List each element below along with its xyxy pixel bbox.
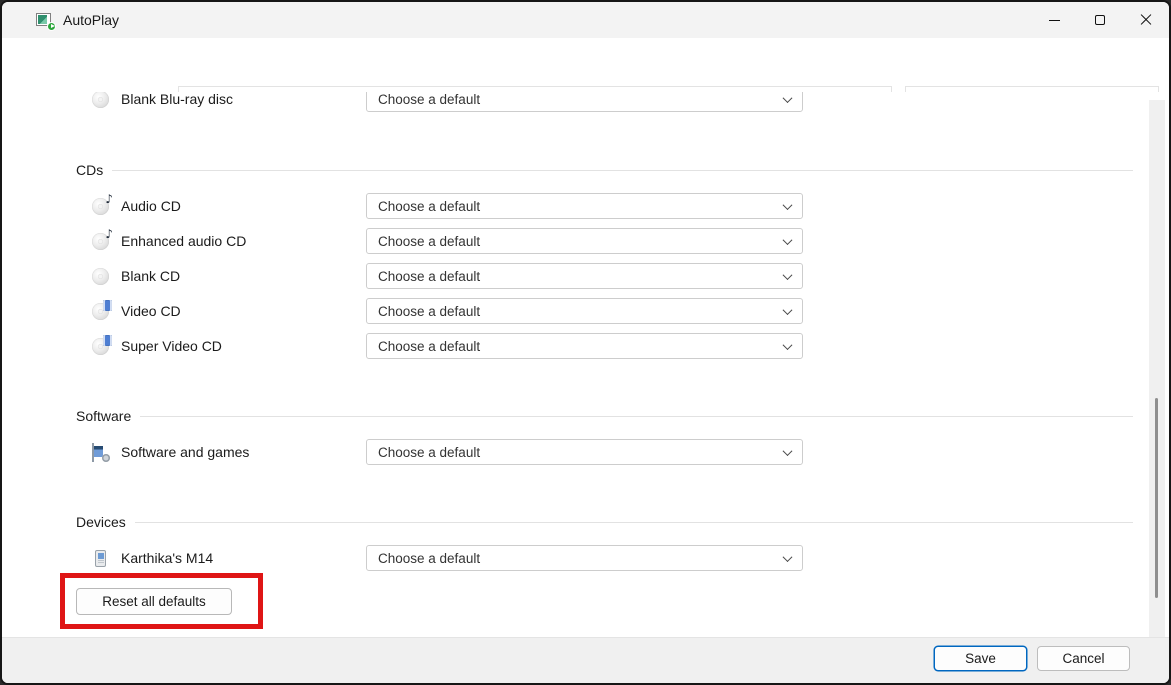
footer-bar: Save Cancel <box>2 637 1169 683</box>
blank-cd-disc-icon <box>92 268 109 285</box>
dropdown-value: Choose a default <box>378 304 480 319</box>
chevron-down-icon <box>783 552 793 562</box>
super-video-cd-disc-film-icon <box>92 338 109 355</box>
list-item-video-cd: Video CD <box>92 298 181 324</box>
section-title: CDs <box>76 162 103 178</box>
mobile-phone-icon <box>95 550 106 567</box>
list-item-enhanced-audio-cd: ♪ Enhanced audio CD <box>92 228 246 254</box>
dropdown-value: Choose a default <box>378 551 480 566</box>
chevron-down-icon <box>783 235 793 245</box>
chevron-down-icon <box>783 340 793 350</box>
audio-cd-disc-music-icon: ♪ <box>92 198 109 215</box>
section-divider <box>112 170 1133 171</box>
chevron-down-icon <box>783 270 793 280</box>
super-video-cd-dropdown[interactable]: Choose a default <box>366 333 803 359</box>
settings-content: Blank Blu-ray disc Choose a default CDs … <box>2 92 1169 637</box>
close-button[interactable] <box>1123 2 1169 38</box>
section-header-software: Software <box>76 407 1133 425</box>
karthikas-m14-dropdown[interactable]: Choose a default <box>366 545 803 571</box>
enhanced-audio-cd-dropdown[interactable]: Choose a default <box>366 228 803 254</box>
list-item-karthikas-m14: Karthika's M14 <box>92 545 213 571</box>
section-title: Software <box>76 408 131 424</box>
item-label: Karthika's M14 <box>121 550 213 566</box>
close-icon <box>1140 14 1152 26</box>
item-label: Audio CD <box>121 198 181 214</box>
cancel-button[interactable]: Cancel <box>1037 646 1130 671</box>
section-divider <box>140 416 1133 417</box>
list-item-software-and-games: Software and games <box>92 439 249 465</box>
dropdown-value: Choose a default <box>378 269 480 284</box>
enhanced-audio-cd-disc-music-icon: ♪ <box>92 233 109 250</box>
item-label: Super Video CD <box>121 338 222 354</box>
title-bar: AutoPlay <box>2 2 1169 38</box>
blank-blu-ray-disc-dropdown[interactable]: Choose a default <box>366 92 803 112</box>
autoplay-window: AutoPlay ← → ↑ › Control Panel › All Con… <box>0 0 1171 685</box>
navigation-bar: ← → ↑ › Control Panel › All Control Pane… <box>2 38 1169 92</box>
chevron-down-icon <box>783 446 793 456</box>
maximize-button[interactable] <box>1077 2 1123 38</box>
save-button[interactable]: Save <box>934 646 1027 671</box>
window-title: AutoPlay <box>63 12 119 28</box>
section-header-cds: CDs <box>76 161 1133 179</box>
minimize-button[interactable] <box>1031 2 1077 38</box>
software-and-games-dropdown[interactable]: Choose a default <box>366 439 803 465</box>
dropdown-value: Choose a default <box>378 92 480 107</box>
dropdown-value: Choose a default <box>378 234 480 249</box>
list-item-blank-cd: Blank CD <box>92 263 180 289</box>
video-cd-disc-film-icon <box>92 303 109 320</box>
chevron-down-icon <box>783 93 793 103</box>
list-item-blank-blu-ray-disc: Blank Blu-ray disc <box>92 92 233 112</box>
vertical-scrollbar[interactable] <box>1149 100 1165 637</box>
video-cd-dropdown[interactable]: Choose a default <box>366 298 803 324</box>
autoplay-app-icon <box>36 13 53 28</box>
list-item-audio-cd: ♪ Audio CD <box>92 193 181 219</box>
chevron-down-icon <box>783 305 793 315</box>
section-divider <box>135 522 1133 523</box>
chevron-down-icon <box>783 200 793 210</box>
annotation-highlight-rectangle <box>60 573 263 629</box>
dropdown-value: Choose a default <box>378 339 480 354</box>
minimize-icon <box>1049 20 1060 21</box>
audio-cd-dropdown[interactable]: Choose a default <box>366 193 803 219</box>
software-and-games-icon <box>92 444 109 460</box>
item-label: Software and games <box>121 444 249 460</box>
scrollbar-thumb[interactable] <box>1155 398 1158 598</box>
section-header-devices: Devices <box>76 513 1133 531</box>
list-item-super-video-cd: Super Video CD <box>92 333 222 359</box>
blank-cd-dropdown[interactable]: Choose a default <box>366 263 803 289</box>
maximize-icon <box>1095 15 1105 25</box>
item-label: Video CD <box>121 303 181 319</box>
item-label: Blank Blu-ray disc <box>121 92 233 107</box>
dropdown-value: Choose a default <box>378 199 480 214</box>
section-title: Devices <box>76 514 126 530</box>
blank-blu-ray-disc-icon <box>92 92 109 108</box>
item-label: Blank CD <box>121 268 180 284</box>
item-label: Enhanced audio CD <box>121 233 246 249</box>
dropdown-value: Choose a default <box>378 445 480 460</box>
